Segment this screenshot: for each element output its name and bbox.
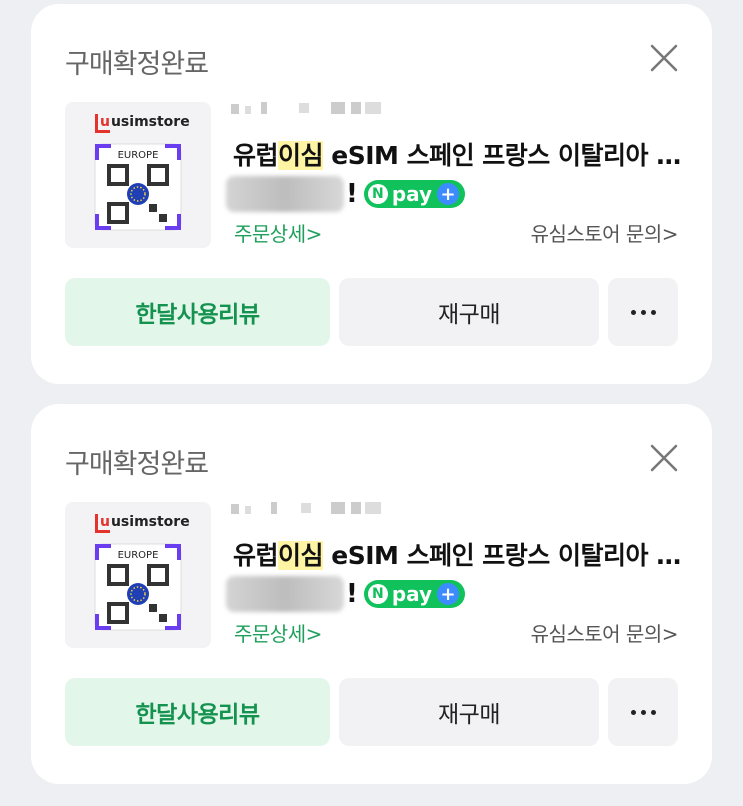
monthly-review-button[interactable]: 한달사용리뷰 <box>65 278 330 346</box>
order-card: 구매확정완료 uusimstore EUROPE 유럽이심 eSIM 스페인 프… <box>31 4 712 384</box>
order-detail-link[interactable]: 주문상세> <box>234 218 322 247</box>
npay-plus-badge: Npay + <box>363 180 466 208</box>
product-title[interactable]: 유럽이심 eSIM 스페인 프랑스 이탈리아 스위스 <box>233 136 693 172</box>
more-icon <box>630 309 656 315</box>
price-row: ! Npay + <box>226 172 466 216</box>
product-thumbnail[interactable]: uusimstore EUROPE <box>65 502 211 648</box>
price-row: ! Npay + <box>226 572 466 616</box>
order-detail-link[interactable]: 주문상세> <box>234 618 322 647</box>
order-status: 구매확정완료 <box>65 49 209 80</box>
more-options-button[interactable] <box>608 278 678 346</box>
usimstore-logo: uusimstore <box>95 114 190 133</box>
card-links: 주문상세> 유심스토어 문의> <box>234 618 679 647</box>
close-icon[interactable] <box>648 42 680 74</box>
product-title[interactable]: 유럽이심 eSIM 스페인 프랑스 이탈리아 스위스 <box>233 536 693 572</box>
rebuy-button[interactable]: 재구매 <box>339 278 599 346</box>
more-options-button[interactable] <box>608 678 678 746</box>
close-icon[interactable] <box>648 442 680 474</box>
seller-name-blurred <box>231 102 381 114</box>
card-links: 주문상세> 유심스토어 문의> <box>234 218 679 247</box>
svg-text:EUROPE: EUROPE <box>118 150 159 161</box>
order-status: 구매확정완료 <box>65 449 209 480</box>
product-thumbnail[interactable]: uusimstore EUROPE <box>65 102 211 248</box>
search-highlight: 이심 <box>278 141 324 170</box>
qr-code-icon: EUROPE <box>94 543 182 631</box>
price-blurred <box>226 576 344 612</box>
order-card: 구매확정완료 uusimstore EUROPE 유럽이심 eSIM 스페인 프… <box>31 404 712 784</box>
monthly-review-button[interactable]: 한달사용리뷰 <box>65 678 330 746</box>
store-inquiry-link[interactable]: 유심스토어 문의> <box>531 218 679 247</box>
search-highlight: 이심 <box>278 541 324 570</box>
seller-name-blurred <box>231 502 381 514</box>
npay-plus-badge: Npay + <box>363 580 466 608</box>
store-inquiry-link[interactable]: 유심스토어 문의> <box>531 618 679 647</box>
more-icon <box>630 709 656 715</box>
qr-code-icon: EUROPE <box>94 143 182 231</box>
usimstore-logo: uusimstore <box>95 514 190 533</box>
svg-text:EUROPE: EUROPE <box>118 550 159 561</box>
rebuy-button[interactable]: 재구매 <box>339 678 599 746</box>
price-blurred <box>226 176 344 212</box>
